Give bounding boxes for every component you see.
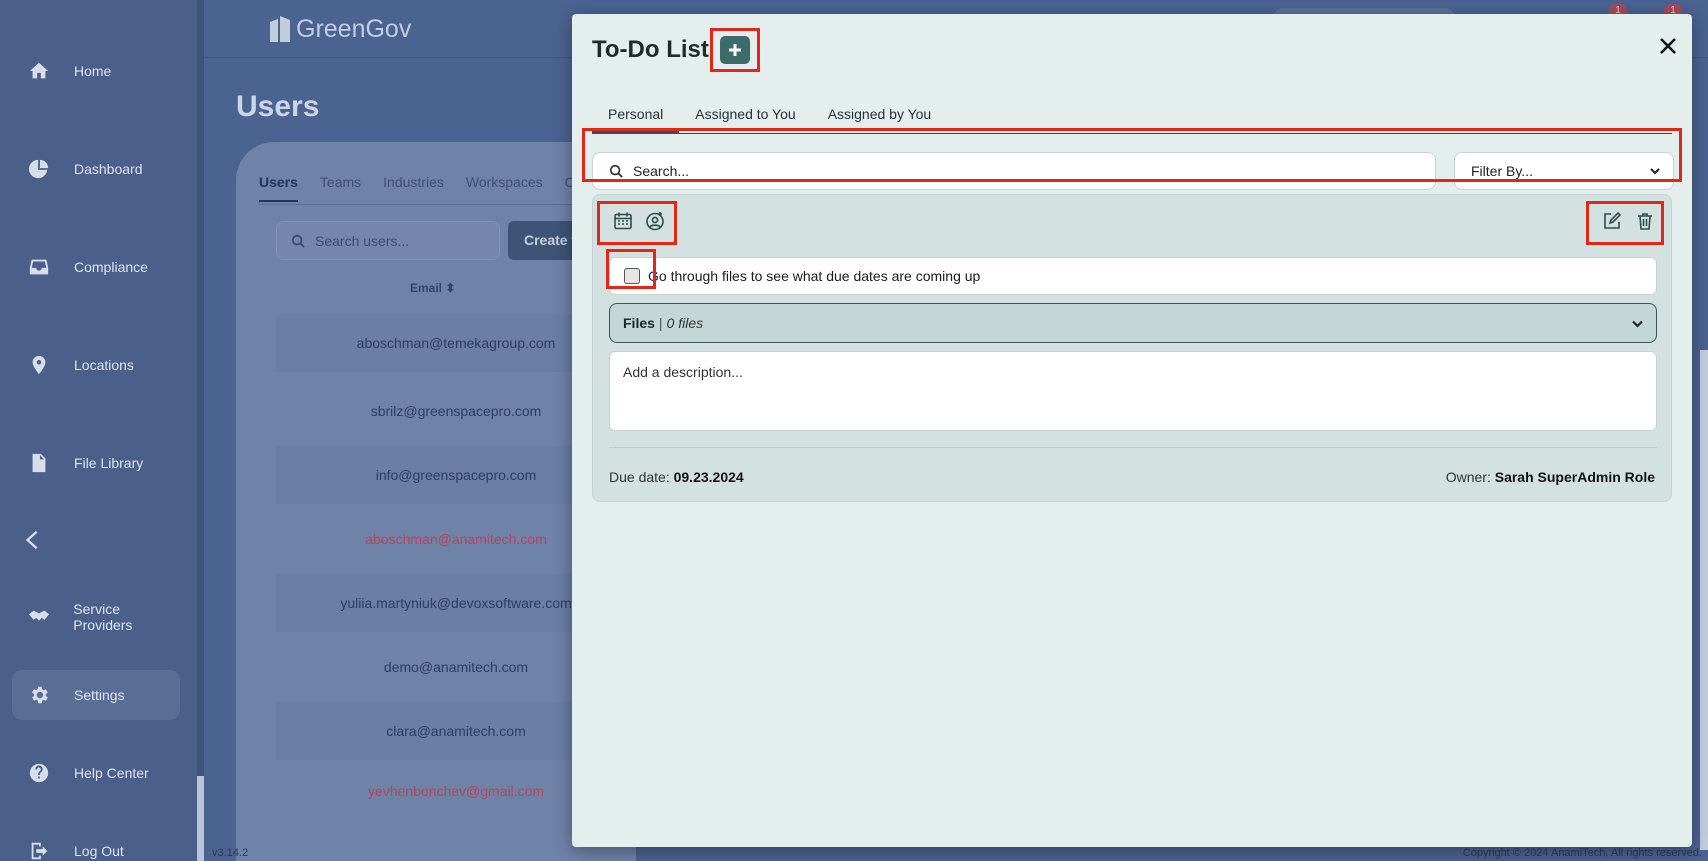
files-count: 0 files xyxy=(666,315,704,331)
inbox-icon xyxy=(26,254,52,280)
divider xyxy=(609,447,1657,448)
pie-chart-icon xyxy=(26,156,52,182)
modal-title: To-Do List xyxy=(592,36,709,63)
handshake-icon xyxy=(26,604,51,630)
users-search-input[interactable]: Search users... xyxy=(276,221,500,260)
scrollbar-thumb[interactable] xyxy=(197,776,204,861)
task-checkbox[interactable] xyxy=(624,268,640,284)
question-icon xyxy=(26,760,52,786)
edit-icon xyxy=(1604,211,1622,229)
files-summary: Files | 0 files xyxy=(623,315,704,331)
sidebar-item-label: Dashboard xyxy=(74,161,143,177)
files-label: Files xyxy=(623,315,655,331)
task-text[interactable]: Go through files to see what due dates a… xyxy=(648,268,980,284)
app-version: v3.14.2 xyxy=(212,847,249,859)
description-placeholder: Add a description... xyxy=(623,364,743,380)
due-date: Due date: 09.23.2024 xyxy=(609,469,744,485)
page-scrollbar[interactable] xyxy=(1700,350,1708,850)
todo-modal: To-Do List Personal Assigned to You Assi… xyxy=(572,14,1692,847)
sidebar-item-label: Service Providers xyxy=(73,601,133,633)
sidebar-item-settings[interactable]: Settings xyxy=(12,670,180,720)
sidebar-item-compliance[interactable]: Compliance xyxy=(12,242,180,292)
page-title: Users xyxy=(236,90,320,123)
collapse-sidebar-icon[interactable] xyxy=(22,528,44,552)
sidebar: Home Dashboard Compliance Locations File… xyxy=(0,0,197,861)
sidebar-item-service-providers[interactable]: Service Providers xyxy=(12,592,180,642)
sidebar-item-label: Settings xyxy=(74,687,125,703)
logo-text: GreenGov xyxy=(296,14,412,43)
plus-icon xyxy=(729,44,741,56)
add-user-icon xyxy=(646,212,664,231)
due-value: 09.23.2024 xyxy=(673,469,744,485)
tab-industries[interactable]: Industries xyxy=(383,174,444,202)
search-icon xyxy=(609,164,623,178)
filter-select[interactable]: Filter By... xyxy=(1454,152,1674,190)
sidebar-scrollbar[interactable] xyxy=(197,0,204,861)
add-todo-button[interactable] xyxy=(720,36,750,64)
chevron-down-icon xyxy=(1650,168,1660,175)
close-button[interactable] xyxy=(1654,32,1682,60)
search-placeholder: Search... xyxy=(633,163,690,179)
app-logo[interactable]: GreenGov xyxy=(268,14,411,44)
due-date-button[interactable] xyxy=(611,209,635,233)
calendar-icon xyxy=(614,212,632,230)
file-icon xyxy=(26,450,52,476)
search-placeholder: Search users... xyxy=(315,232,410,249)
users-tabs: Users Teams Industries Workspaces Co xyxy=(259,174,605,202)
sidebar-item-dashboard[interactable]: Dashboard xyxy=(12,144,180,194)
tab-assigned-to-you[interactable]: Assigned to You xyxy=(679,92,811,134)
logout-icon xyxy=(26,838,52,861)
search-icon xyxy=(291,234,305,248)
column-header-email[interactable]: Email ⬍ xyxy=(410,281,455,295)
sidebar-item-help-center[interactable]: Help Center xyxy=(12,748,180,798)
tab-users[interactable]: Users xyxy=(259,174,298,202)
close-icon xyxy=(1660,38,1676,54)
task-item: Go through files to see what due dates a… xyxy=(609,257,1657,295)
owner: Owner: Sarah SuperAdmin Role xyxy=(1446,469,1655,485)
home-icon xyxy=(26,58,52,84)
filter-placeholder: Filter By... xyxy=(1471,163,1533,179)
todo-search-input[interactable]: Search... xyxy=(592,152,1436,190)
owner-label: Owner: xyxy=(1445,469,1491,485)
tab-personal[interactable]: Personal xyxy=(592,92,680,134)
edit-button[interactable] xyxy=(1600,209,1624,233)
sidebar-item-file-library[interactable]: File Library xyxy=(12,438,180,488)
sidebar-item-locations[interactable]: Locations xyxy=(12,340,180,390)
sidebar-item-log-out[interactable]: Log Out xyxy=(12,826,180,861)
copyright: Copyright © 2024 AnamiTech, All rights r… xyxy=(1462,847,1702,859)
todo-tabs: Personal Assigned to You Assigned by You xyxy=(592,92,1672,134)
map-pin-icon xyxy=(26,352,52,378)
todo-card: Go through files to see what due dates a… xyxy=(592,194,1672,502)
chevron-down-icon xyxy=(1632,320,1643,328)
sidebar-item-label: Home xyxy=(74,63,112,79)
sidebar-item-label: File Library xyxy=(74,455,144,471)
building-icon xyxy=(270,16,290,42)
sidebar-item-label: Log Out xyxy=(74,843,124,859)
description-input[interactable]: Add a description... xyxy=(609,351,1657,431)
tab-workspaces[interactable]: Workspaces xyxy=(466,174,543,202)
owner-value: Sarah SuperAdmin Role xyxy=(1494,469,1655,485)
sidebar-item-label: Compliance xyxy=(74,259,148,275)
delete-button[interactable] xyxy=(1633,209,1657,233)
sidebar-item-home[interactable]: Home xyxy=(12,46,180,96)
sidebar-item-label: Locations xyxy=(74,357,134,373)
tab-teams[interactable]: Teams xyxy=(320,174,361,202)
gear-icon xyxy=(26,682,52,708)
due-label: Due date: xyxy=(609,469,670,485)
sidebar-item-label: Help Center xyxy=(74,765,149,781)
trash-icon xyxy=(1638,213,1652,230)
column-label: Email xyxy=(410,281,443,295)
assign-user-button[interactable] xyxy=(643,209,667,233)
files-accordion[interactable]: Files | 0 files xyxy=(609,303,1657,343)
tab-assigned-by-you[interactable]: Assigned by You xyxy=(812,92,948,134)
